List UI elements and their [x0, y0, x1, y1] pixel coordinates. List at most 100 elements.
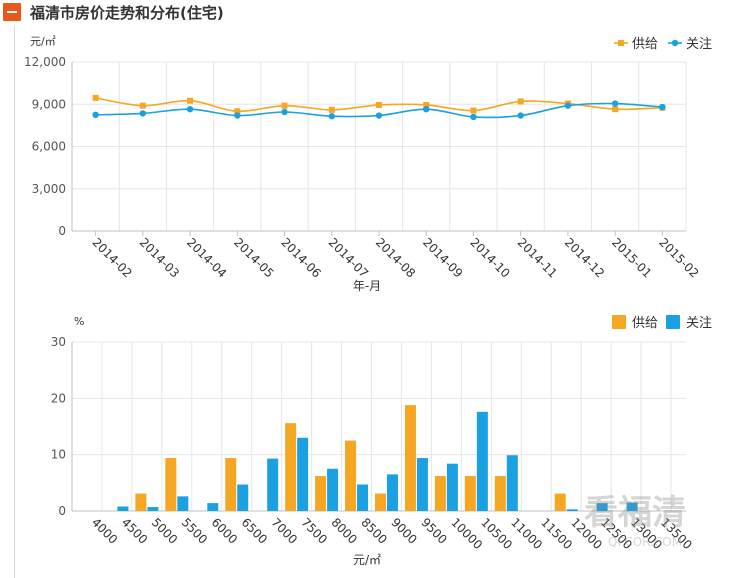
bar-supply: [135, 493, 147, 511]
x-tick-label: 2014-03: [137, 235, 182, 280]
x-tick-label: 6000: [209, 515, 240, 546]
data-point-attention: [564, 102, 572, 109]
bar-supply: [464, 476, 476, 511]
y-tick-label: 30: [51, 335, 66, 349]
bar-supply: [404, 405, 416, 511]
x-tick-label: 4500: [119, 515, 150, 546]
x-tick-label: 2015-01: [609, 235, 654, 280]
x-axis-title: 元/㎡: [353, 553, 381, 567]
collapse-button[interactable]: [3, 3, 21, 21]
x-tick-label: 2014-11: [515, 235, 560, 280]
x-tick-label: 5500: [179, 515, 210, 546]
data-point-attention: [375, 112, 383, 119]
legend-label-attention: 关注: [686, 37, 712, 52]
data-point-supply: [139, 102, 146, 109]
legend-label-supply: 供给: [632, 37, 658, 52]
y-axis-unit: 元/㎡: [30, 35, 56, 48]
bar-attention: [327, 468, 339, 511]
x-tick-label: 6500: [239, 515, 270, 546]
x-tick-label: 2014-10: [467, 235, 512, 280]
y-tick-label: 0: [58, 504, 66, 518]
y-axis-unit: %: [74, 315, 84, 328]
section-header: 福清市房价走势和分布(住宅): [0, 0, 734, 26]
watermark-url: QFCOR.COM: [608, 535, 682, 549]
x-tick-label: 2014-04: [184, 235, 229, 280]
y-tick-label: 12,000: [24, 55, 66, 69]
data-point-supply: [187, 97, 194, 104]
data-point-attention: [139, 110, 147, 117]
bar-attention: [506, 455, 518, 511]
bar-attention: [267, 458, 279, 511]
bar-supply: [434, 476, 446, 511]
data-point-attention: [470, 113, 477, 121]
legend-label-supply: 供给: [632, 316, 658, 331]
data-point-attention: [92, 111, 99, 119]
data-point-attention: [517, 112, 524, 119]
x-tick-label: 9500: [418, 515, 449, 546]
data-point-attention: [611, 100, 619, 107]
x-tick-label: 2014-02: [89, 235, 134, 280]
data-point-supply: [470, 107, 477, 114]
y-tick-label: 10: [51, 448, 66, 462]
y-tick-label: 3,000: [32, 182, 66, 196]
data-point-supply: [517, 98, 524, 105]
data-point-attention: [186, 105, 194, 113]
bar-attention: [386, 474, 398, 511]
bar-attention: [237, 484, 249, 511]
watermark-text: 看福清: [584, 493, 686, 533]
x-tick-label: 11500: [538, 515, 575, 552]
x-tick-label: 7500: [299, 515, 330, 546]
bar-attention: [476, 411, 488, 511]
bar-attention: [446, 463, 458, 511]
data-point-supply: [281, 102, 288, 109]
data-point-supply: [92, 94, 99, 101]
page-title: 福清市房价走势和分布(住宅): [30, 4, 224, 22]
legend-label-attention: 关注: [686, 316, 712, 331]
x-tick-label: 2014-09: [420, 235, 465, 280]
bar-attention: [566, 509, 578, 511]
y-tick-label: 20: [51, 391, 66, 405]
x-tick-label: 10500: [478, 515, 515, 552]
x-tick-label: 8000: [328, 515, 359, 546]
bar-supply: [165, 458, 177, 511]
legend-marker-supply: [618, 40, 624, 46]
x-tick-label: 8500: [358, 515, 389, 546]
x-tick-label: 11000: [508, 515, 545, 552]
bar-attention: [177, 496, 189, 511]
x-tick-label: 4000: [89, 515, 120, 546]
data-point-attention: [281, 108, 288, 116]
legend-swatch-supply: [612, 315, 626, 329]
bar-supply: [374, 493, 386, 511]
data-point-supply: [612, 106, 619, 113]
data-point-attention: [659, 103, 666, 111]
x-tick-label: 2014-05: [231, 235, 276, 280]
x-tick-label: 2014-08: [373, 235, 418, 280]
x-tick-label: 9000: [388, 515, 419, 546]
x-tick-label: 5000: [149, 515, 180, 546]
data-point-attention: [234, 112, 241, 119]
bar-supply: [494, 476, 506, 511]
x-tick-label: 2014-06: [278, 235, 323, 280]
data-point-supply: [376, 101, 382, 108]
bar-supply: [285, 423, 297, 511]
legend-marker-attention: [671, 39, 679, 47]
watermark-logo: 看福清 QFCOR.COM: [578, 486, 718, 560]
y-tick-label: 9,000: [32, 97, 66, 111]
bar-supply: [225, 458, 237, 511]
legend-swatch-attention: [666, 315, 680, 329]
x-tick-label: 7000: [269, 515, 300, 546]
bar-attention: [416, 458, 428, 511]
y-tick-label: 0: [58, 224, 66, 238]
bar-supply: [345, 440, 357, 511]
price-trend-chart: 元/㎡03,0006,0009,00012,0002014-02 2014-03 2…: [24, 35, 712, 293]
x-tick-label: 2015-02: [656, 235, 701, 280]
x-tick-label: 2014-07: [326, 235, 371, 280]
x-tick-label: 2014-12: [562, 235, 607, 280]
bar-attention: [147, 507, 159, 511]
data-point-attention: [328, 113, 335, 120]
x-tick-label: 10000: [448, 515, 485, 552]
data-point-supply: [328, 106, 335, 113]
bar-supply: [315, 476, 327, 511]
y-tick-label: 6,000: [32, 140, 66, 154]
data-point-attention: [423, 105, 430, 113]
